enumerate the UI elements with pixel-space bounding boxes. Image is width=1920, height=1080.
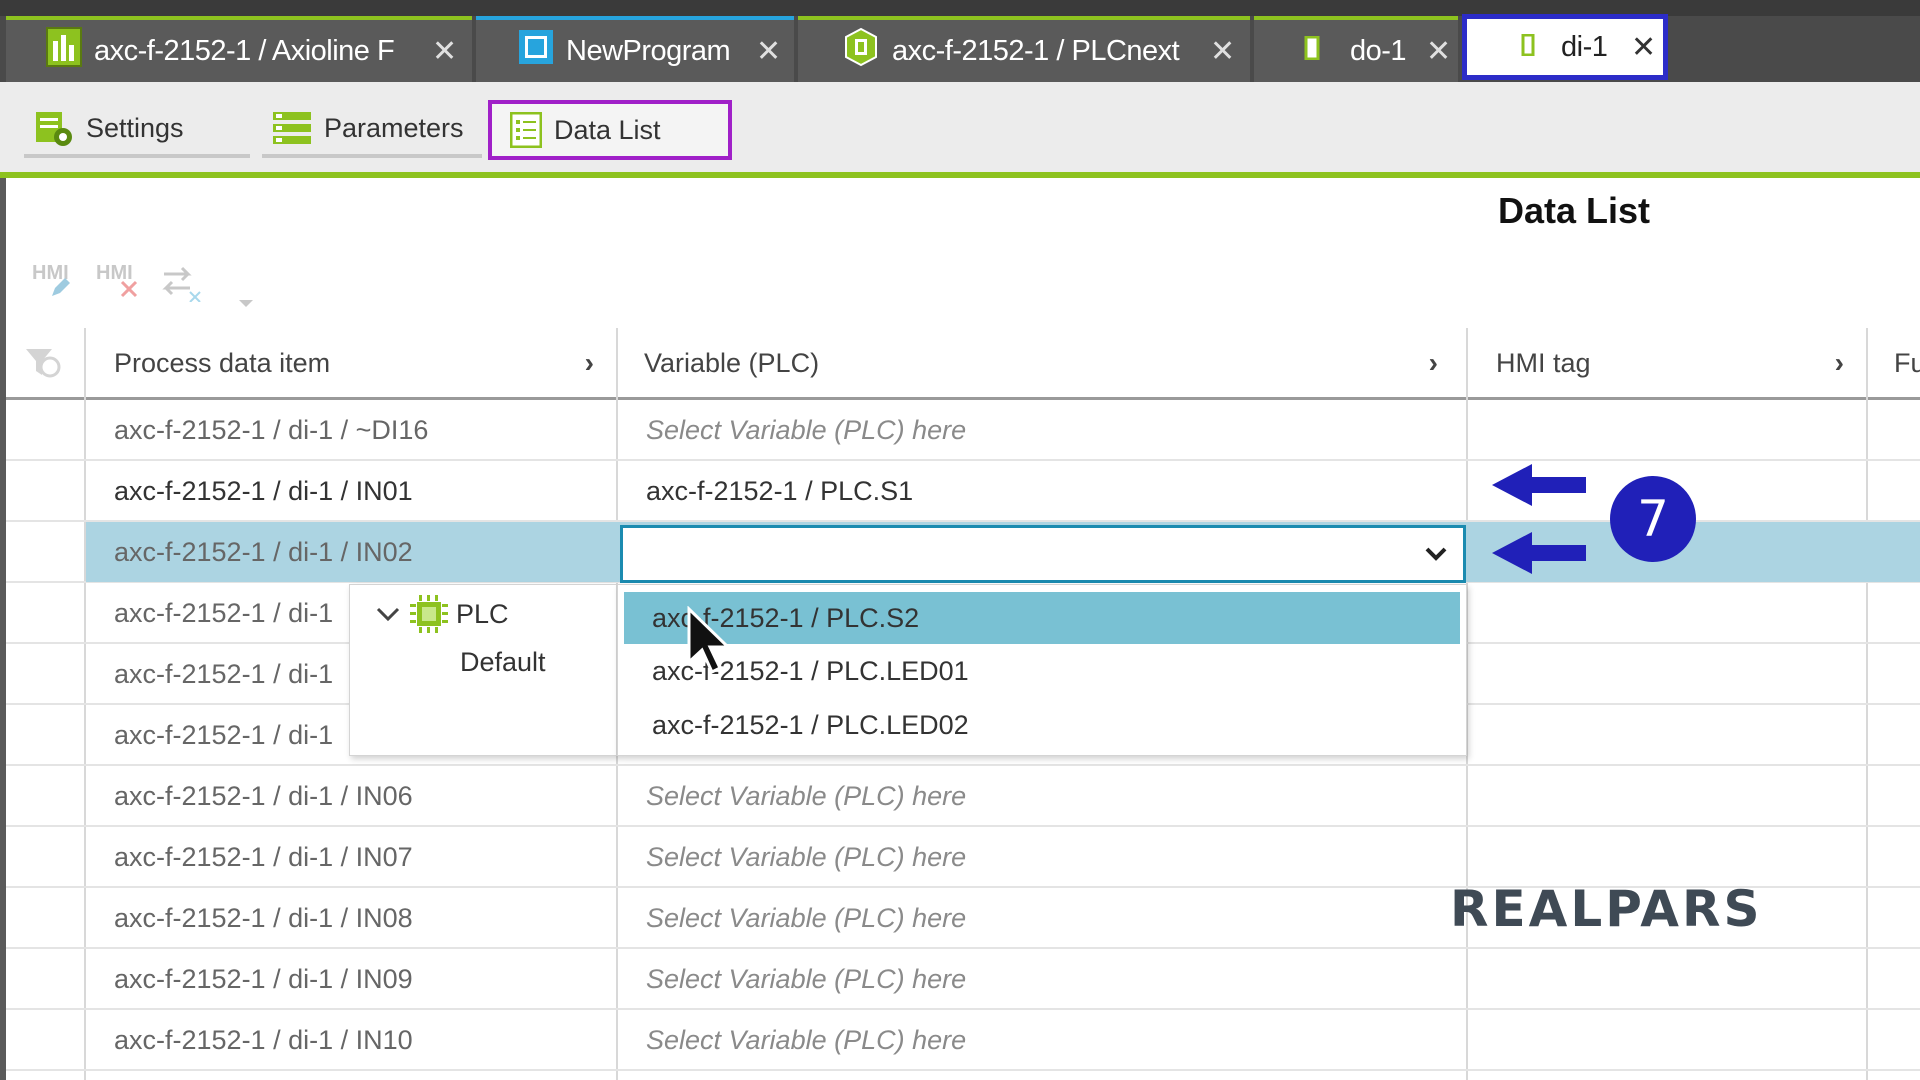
accent-bar [0,172,1920,178]
variable-cell[interactable]: Select Variable (PLC) here [646,827,966,887]
filter-icon [26,349,61,378]
column-header-label: Process data item [114,347,331,378]
variable-cell[interactable]: axc-f-2152-1 / PLC.S1 [646,461,913,521]
process-item-cell: axc-f-2152-1 / di-1 [114,719,334,750]
data-list-label: Data List [554,114,661,145]
parameters-label: Parameters [324,112,464,143]
page-title: Data List [1498,190,1651,231]
tab-do-1[interactable]: do-1 ✕ [1254,16,1458,82]
table-row[interactable]: axc-f-2152-1 / di-1 / IN06 Select Variab… [6,766,1920,827]
hmi-edit-button[interactable]: HMI [32,262,70,296]
chevron-right-icon[interactable]: › [585,347,594,379]
unlink-icon [162,266,201,303]
tab-newprogram[interactable]: NewProgram ✕ [476,16,794,82]
chevron-down-icon[interactable] [376,607,400,623]
table-row[interactable]: axc-f-2152-1 / di-1 / IN09 Select Variab… [6,949,1920,1010]
chip-icon [410,595,448,633]
close-icon[interactable]: ✕ [432,34,457,69]
parameters-icon [272,111,312,145]
pencil-icon [52,278,70,296]
close-icon[interactable]: ✕ [1210,34,1235,69]
more-dropdown-button[interactable] [238,292,254,315]
column-header-fu[interactable]: Fu [1894,328,1920,398]
column-header-label: Variable (PLC) [644,347,820,378]
bar-chart-icon [46,27,82,75]
process-item-cell: axc-f-2152-1 / di-1 / IN02 [114,536,413,567]
tab-plcnext[interactable]: axc-f-2152-1 / PLCnext ✕ [798,16,1250,82]
delete-x-icon [120,280,138,298]
plcnext-icon [842,27,880,75]
close-icon[interactable]: ✕ [1631,30,1656,65]
step-number-badge: 7 [1610,476,1696,562]
tab-axioline[interactable]: axc-f-2152-1 / Axioline F ✕ [6,16,472,82]
column-header-variable[interactable]: Variable (PLC) › [644,328,1438,398]
settings-icon [34,108,74,148]
variable-cell[interactable]: Select Variable (PLC) here [646,400,966,460]
variable-cell[interactable]: Select Variable (PLC) here [646,949,966,1009]
table-row[interactable]: axc-f-2152-1 / di-1 / ~DI16 Select Varia… [6,400,1920,461]
module-icon [1304,35,1320,68]
variable-select-input[interactable] [620,525,1466,583]
tree-root-plc[interactable]: PLC [456,599,509,630]
column-header-label: HMI tag [1496,347,1591,378]
module-icon [1521,31,1535,64]
hmi-delete-button[interactable]: HMI [96,262,138,298]
data-list-tab[interactable]: Data List [488,100,732,160]
option-plc-led01[interactable]: axc-f-2152-1 / PLC.LED01 [624,645,1460,697]
option-plc-s2[interactable]: axc-f-2152-1 / PLC.S2 [624,592,1460,644]
tab-label: di-1 [1561,30,1608,63]
tab-label: axc-f-2152-1 / PLCnext [892,34,1180,67]
parameters-tab[interactable]: Parameters [262,102,482,158]
variable-options-list: axc-f-2152-1 / PLC.S2 axc-f-2152-1 / PLC… [617,584,1467,756]
tab-label: NewProgram [566,34,731,67]
chevron-right-icon[interactable]: › [1429,347,1438,379]
chevron-down-icon[interactable] [1423,540,1449,566]
chevron-down-icon [239,300,253,307]
process-item-cell: axc-f-2152-1 / di-1 / IN10 [114,1024,413,1055]
process-item-cell: axc-f-2152-1 / di-1 / IN08 [114,902,413,933]
close-icon[interactable]: ✕ [1426,34,1451,69]
table-row[interactable]: axc-f-2152-1 / di-1 / IN10 Select Variab… [6,1010,1920,1071]
variable-cell[interactable]: Select Variable (PLC) here [646,888,966,948]
process-item-cell: axc-f-2152-1 / di-1 / IN06 [114,780,413,811]
arrow-left-icon [1492,532,1586,574]
tree-item-default[interactable]: Default [460,647,546,678]
column-header-hmi[interactable]: HMI tag › [1496,328,1844,398]
process-item-cell: axc-f-2152-1 / di-1 [114,597,334,628]
tab-strip: axc-f-2152-1 / Axioline F ✕ NewProgram ✕… [0,0,1920,82]
process-item-cell: axc-f-2152-1 / di-1 / IN09 [114,963,413,994]
tab-di-1[interactable]: di-1 ✕ [1462,14,1668,80]
realpars-logo: REALPARS [1450,880,1763,938]
table-row[interactable]: axc-f-2152-1 / di-1 / IN07 Select Variab… [6,827,1920,888]
close-icon[interactable]: ✕ [756,34,781,69]
process-item-cell: axc-f-2152-1 / di-1 / IN01 [114,475,413,506]
settings-tab[interactable]: Settings [24,102,250,158]
chevron-right-icon[interactable]: › [1835,347,1844,379]
unlink-button[interactable] [160,262,204,308]
column-header-label: Fu [1894,347,1920,378]
filter-column[interactable] [22,328,82,398]
process-item-cell: axc-f-2152-1 / di-1 / IN07 [114,841,413,872]
process-item-cell: axc-f-2152-1 / di-1 / ~DI16 [114,414,429,445]
settings-label: Settings [86,112,184,143]
tab-label: axc-f-2152-1 / Axioline F [94,34,395,67]
variable-cell[interactable]: Select Variable (PLC) here [646,1010,966,1070]
mouse-cursor-icon [687,606,732,675]
arrow-left-icon [1492,464,1586,506]
sub-toolbar: Settings Parameters Data List [0,82,1920,176]
variable-tree-panel: PLC Default [349,584,617,756]
process-item-cell: axc-f-2152-1 / di-1 [114,658,334,689]
list-icon [510,112,542,148]
program-icon [518,29,554,73]
column-header-process[interactable]: Process data item › [114,328,594,398]
tab-label: do-1 [1350,34,1407,67]
option-plc-led02[interactable]: axc-f-2152-1 / PLC.LED02 [624,699,1460,751]
variable-cell[interactable]: Select Variable (PLC) here [646,766,966,826]
